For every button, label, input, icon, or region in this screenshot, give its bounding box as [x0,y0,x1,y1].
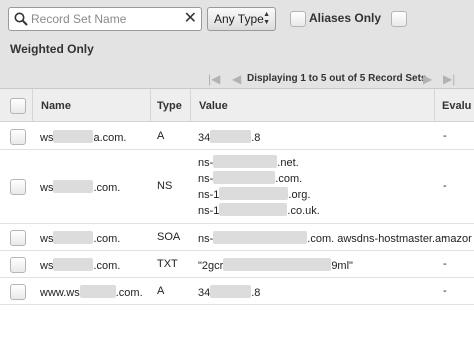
record-name: www.ws .com. [40,285,143,299]
redaction-mask [53,130,94,143]
record-value: ns- .com. awsdns-hostmaster.amazor [198,231,472,245]
record-value-line: ns-1 .co.uk. [198,203,320,217]
record-value-line: ns- .net. [198,155,299,169]
redaction-mask [79,285,116,298]
record-evaluate: - [443,258,447,270]
column-header-value[interactable]: Value [199,100,228,112]
redaction-mask [53,180,94,193]
redaction-mask [53,231,94,244]
clear-search-icon[interactable]: ✕ [184,9,197,29]
column-divider [190,89,191,122]
table-header: Name Type Value Evalu [0,89,474,122]
record-evaluate: - [443,130,447,142]
record-evaluate: - [443,285,447,297]
record-evaluate: - [443,231,447,243]
redaction-mask [219,203,288,216]
table-row[interactable]: ws a.com. A 34.8 - [0,123,474,150]
record-name: ws a.com. [40,130,127,144]
last-page-icon[interactable]: ▶| [443,72,455,86]
column-divider [150,89,151,122]
record-type: A [157,285,165,297]
next-page-icon[interactable]: ▶ [423,72,432,86]
column-header-evaluate[interactable]: Evalu [442,100,471,112]
redaction-mask [210,130,252,143]
record-name: ws .com. [40,258,121,272]
row-checkbox[interactable] [10,257,26,273]
previous-page-icon[interactable]: ◀ [232,72,241,86]
record-name: ws .com. [40,231,121,245]
record-type: A [157,130,165,142]
record-value: 34.8 [198,130,261,144]
aliases-only-checkbox[interactable] [290,11,306,27]
record-value-line: ns-1 .org. [198,187,311,201]
record-type: SOA [157,231,181,243]
redaction-mask [223,258,332,271]
table-row[interactable]: ws .com. NS ns- .net. ns- .com. ns-1 .org. n… [0,150,474,224]
record-set-search-box[interactable]: ✕ [8,7,202,31]
record-type: NS [157,180,173,192]
magnifier-icon [14,12,28,26]
redaction-mask [219,187,289,200]
table-row[interactable]: ws .com. SOA ns- .com. awsdns-hostmaster.a… [0,224,474,251]
record-name: ws .com. [40,180,121,194]
first-page-icon[interactable]: |◀ [208,72,220,86]
column-divider [434,89,435,122]
redaction-mask [213,155,278,168]
redaction-mask [53,258,94,271]
redaction-mask [213,171,276,184]
row-checkbox[interactable] [10,179,26,195]
record-type: TXT [157,258,178,270]
record-type-select-value: Any Type [214,12,264,26]
column-divider [32,89,33,122]
record-evaluate: - [443,180,447,192]
pagination: |◀ ◀ Displaying 1 to 5 out of 5 Record S… [0,72,474,86]
weighted-only-label: Weighted Only [10,42,94,56]
redaction-mask [213,231,308,244]
table-row[interactable]: www.ws .com. A 34.8 - [0,278,474,305]
select-all-checkbox[interactable] [10,98,26,114]
table-row[interactable]: ws .com. TXT "2gcr 9ml" - [0,251,474,278]
redaction-mask [210,285,252,298]
filter-toolbar: ✕ Any Type ▲▼ Aliases Only Weighted Only… [0,0,474,89]
row-checkbox[interactable] [10,129,26,145]
pagination-info: Displaying 1 to 5 out of 5 Record Sets [247,73,427,84]
record-value-line: ns- .com. [198,171,303,185]
record-type-select[interactable]: Any Type ▲ ▼ [207,7,276,31]
column-header-name[interactable]: Name [41,100,71,112]
record-value: 34.8 [198,285,261,299]
weighted-only-checkbox[interactable] [391,11,407,27]
aliases-only-label: Aliases Only [309,11,382,25]
column-header-type[interactable]: Type [157,100,182,112]
record-set-name-input[interactable] [31,10,181,28]
row-checkbox[interactable] [10,230,26,246]
record-value: "2gcr 9ml" [198,258,353,272]
up-down-arrows-icon: ▲ ▼ [263,11,270,26]
row-checkbox[interactable] [10,284,26,300]
